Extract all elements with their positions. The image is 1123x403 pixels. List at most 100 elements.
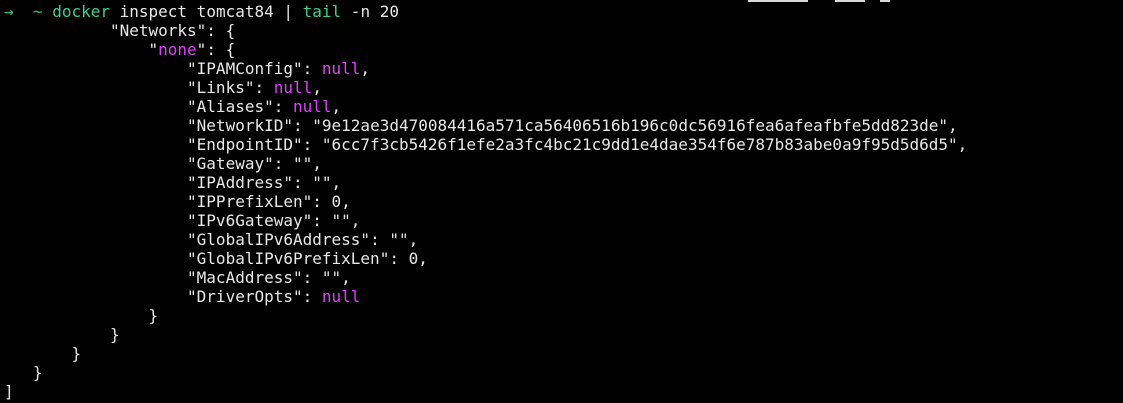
json-separator: :: [370, 230, 390, 249]
json-comma: ,: [341, 192, 351, 211]
output-line: "GlobalIPv6PrefixLen": 0,: [4, 249, 1123, 268]
json-value: "": [389, 230, 409, 249]
command-args: inspect tomcat84 |: [109, 2, 303, 21]
output-line: }: [4, 363, 1123, 382]
closing-bracket: }: [32, 363, 43, 382]
json-separator: :: [293, 173, 313, 192]
output-line: "none": {: [4, 40, 1123, 59]
output-line: "MacAddress": "",: [4, 268, 1123, 287]
pipe-command-name: tail: [302, 2, 342, 21]
output-line: "IPAddress": "",: [4, 173, 1123, 192]
json-comma: ,: [312, 154, 322, 173]
prompt-line: → ~ docker inspect tomcat84 | tail -n 20: [4, 2, 1123, 21]
json-key: "IPPrefixLen": [187, 192, 313, 211]
output-line: "DriverOpts": null: [4, 287, 1123, 306]
json-comma: ,: [331, 97, 342, 116]
pipe-command-args: -n 20: [341, 2, 399, 21]
json-separator: :: [293, 116, 313, 135]
json-value: "9e12ae3d470084416a571ca56406516b196c0dc…: [312, 116, 949, 135]
closing-bracket: }: [71, 344, 82, 363]
json-key: "DriverOpts": [187, 287, 303, 306]
json-comma: ,: [360, 59, 371, 78]
json-value: {: [225, 40, 236, 59]
output-line: }: [4, 325, 1123, 344]
json-key: "GlobalIPv6Address": [187, 230, 371, 249]
json-separator: :: [312, 192, 332, 211]
output-line: "Networks": {: [4, 21, 1123, 40]
json-value: "": [293, 154, 313, 173]
output-line: "IPAMConfig": null,: [4, 59, 1123, 78]
json-null-value: null: [273, 78, 313, 97]
json-key: "Networks": [109, 21, 207, 40]
json-comma: ,: [350, 211, 361, 230]
json-value: 0: [331, 192, 342, 211]
output-line: ]: [4, 382, 1123, 401]
json-value: "6cc7f3cb5426f1efe2a3fc4bc21c9dd1e4dae35…: [321, 135, 958, 154]
json-key: "Gateway": [187, 154, 274, 173]
json-separator: :: [206, 40, 226, 59]
json-comma: ,: [331, 173, 342, 192]
json-key-quote: ": [148, 40, 159, 59]
json-null-value: null: [321, 59, 361, 78]
json-separator: :: [312, 211, 332, 230]
json-value: "": [321, 268, 342, 287]
json-null-value: null: [293, 97, 332, 116]
json-comma: ,: [418, 249, 428, 268]
output-line: "EndpointID": "6cc7f3cb5426f1efe2a3fc4bc…: [4, 135, 1123, 154]
output-line: "GlobalIPv6Address": "",: [4, 230, 1123, 249]
output-line: }: [4, 344, 1123, 363]
output-line: "Aliases": null,: [4, 97, 1123, 116]
json-key: "EndpointID": [187, 135, 303, 154]
json-key: "IPAddress": [187, 173, 293, 192]
json-value: "": [312, 173, 332, 192]
closing-bracket: }: [109, 325, 120, 344]
json-key: "MacAddress": [187, 268, 303, 287]
json-comma: ,: [408, 230, 419, 249]
json-separator: :: [302, 59, 322, 78]
json-key-quote: ": [196, 40, 207, 59]
closing-bracket: ]: [4, 382, 14, 401]
json-separator: :: [302, 287, 322, 306]
network-name: none: [158, 40, 197, 59]
json-null-value: null: [321, 287, 361, 306]
terminal-window[interactable]: → ~ docker inspect tomcat84 | tail -n 20…: [0, 0, 1123, 403]
output-line: "IPPrefixLen": 0,: [4, 192, 1123, 211]
terminal-output: → ~ docker inspect tomcat84 | tail -n 20…: [4, 2, 1123, 401]
prompt-cwd: ~: [32, 2, 43, 21]
json-value: 0: [408, 249, 419, 268]
json-value: "": [331, 211, 351, 230]
closing-bracket: }: [148, 306, 159, 325]
output-line: "NetworkID": "9e12ae3d470084416a571ca564…: [4, 116, 1123, 135]
json-key: "Links": [187, 78, 255, 97]
output-line: "Gateway": "",: [4, 154, 1123, 173]
json-separator: :: [389, 249, 409, 268]
json-comma: ,: [312, 78, 322, 97]
json-separator: :: [273, 154, 293, 173]
json-comma: ,: [957, 135, 968, 154]
output-line: "Links": null,: [4, 78, 1123, 97]
json-key: "IPv6Gateway": [187, 211, 313, 230]
json-separator: :: [273, 97, 293, 116]
json-separator: :: [302, 135, 322, 154]
json-separator: :: [302, 268, 322, 287]
json-key: "IPAMConfig": [187, 59, 303, 78]
json-comma: ,: [341, 268, 351, 287]
json-key: "Aliases": [187, 97, 274, 116]
prompt-arrow-icon: →: [4, 2, 14, 21]
